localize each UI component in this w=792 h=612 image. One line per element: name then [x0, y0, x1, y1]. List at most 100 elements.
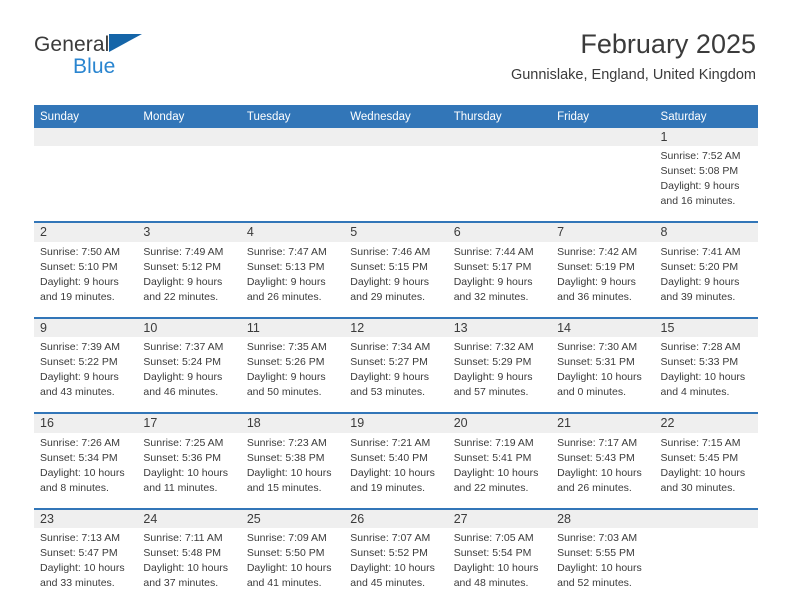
date-number: 12	[344, 316, 448, 338]
sunset-text: Sunset: 5:20 PM	[660, 260, 739, 273]
week-date-row: 23 24 25 26 27 28	[34, 507, 758, 528]
sunrise-text: Sunrise: 7:26 AM	[40, 436, 120, 449]
week-detail-row: Sunrise: 7:13 AM Sunset: 5:47 PM Dayligh…	[34, 527, 758, 603]
day-cell[interactable]: Sunrise: 7:09 AM Sunset: 5:50 PM Dayligh…	[240, 527, 345, 603]
daylight-text-line2: and 0 minutes.	[557, 386, 626, 399]
sunrise-text: Sunrise: 7:19 AM	[453, 436, 534, 449]
sunrise-text: Sunrise: 7:07 AM	[350, 531, 431, 544]
date-number: 2	[34, 221, 138, 242]
date-number: 19	[344, 412, 448, 433]
date-number: 9	[34, 316, 138, 338]
sunrise-text: Sunrise: 7:05 AM	[453, 531, 534, 544]
day-cell[interactable]: Sunrise: 7:47 AM Sunset: 5:13 PM Dayligh…	[240, 241, 345, 318]
day-cell[interactable]: Sunrise: 7:44 AM Sunset: 5:17 PM Dayligh…	[447, 241, 552, 318]
daylight-text-line2: and 52 minutes.	[557, 576, 632, 589]
week-date-row: 9 10 11 12 13 14 15	[34, 316, 758, 338]
date-number: 22	[654, 412, 758, 433]
day-cell[interactable]: Sunrise: 7:28 AM Sunset: 5:33 PM Dayligh…	[654, 337, 758, 414]
daylight-text-line1: Daylight: 10 hours	[350, 466, 435, 479]
date-number: 20	[447, 412, 552, 433]
day-cell[interactable]: Sunrise: 7:52 AM Sunset: 5:08 PM Dayligh…	[654, 146, 758, 223]
day-cell[interactable]: Sunrise: 7:25 AM Sunset: 5:36 PM Dayligh…	[137, 432, 241, 509]
date-number: 23	[34, 507, 138, 528]
sunset-text: Sunset: 5:27 PM	[350, 356, 428, 369]
sunset-text: Sunset: 5:15 PM	[350, 260, 428, 273]
weekday-header-thursday: Thursday	[447, 105, 552, 128]
daylight-text-line2: and 50 minutes.	[246, 386, 322, 399]
date-number: 8	[654, 221, 758, 242]
logo-text-general: General	[34, 33, 110, 56]
date-number: 6	[447, 221, 552, 242]
daylight-text-line2: and 46 minutes.	[143, 386, 219, 399]
daylight-text-line1: Daylight: 10 hours	[143, 561, 229, 574]
daylight-text-line2: and 8 minutes.	[40, 481, 109, 494]
day-cell[interactable]: Sunrise: 7:30 AM Sunset: 5:31 PM Dayligh…	[551, 337, 655, 414]
day-cell[interactable]: Sunrise: 7:49 AM Sunset: 5:12 PM Dayligh…	[137, 241, 241, 318]
daylight-text-line2: and 57 minutes.	[453, 386, 529, 399]
week-detail-row: Sunrise: 7:50 AM Sunset: 5:10 PM Dayligh…	[34, 241, 758, 318]
date-number: 1	[654, 128, 758, 147]
date-number: 4	[240, 221, 345, 242]
day-cell[interactable]: Sunrise: 7:05 AM Sunset: 5:54 PM Dayligh…	[447, 527, 552, 603]
general-blue-logo[interactable]: General Blue	[34, 34, 254, 77]
daylight-text-line1: Daylight: 10 hours	[453, 466, 539, 479]
sunrise-text: Sunrise: 7:39 AM	[40, 341, 120, 354]
daylight-text-line1: Daylight: 9 hours	[453, 275, 533, 288]
daylight-text-line2: and 53 minutes.	[350, 386, 425, 399]
sunrise-text: Sunrise: 7:17 AM	[557, 436, 638, 449]
day-cell[interactable]: Sunrise: 7:23 AM Sunset: 5:38 PM Dayligh…	[240, 432, 345, 509]
date-number: 3	[137, 221, 241, 242]
day-cell[interactable]: Sunrise: 7:34 AM Sunset: 5:27 PM Dayligh…	[344, 337, 448, 414]
daylight-text-line2: and 22 minutes.	[143, 290, 219, 303]
sunset-text: Sunset: 5:38 PM	[246, 451, 325, 464]
sunrise-text: Sunrise: 7:50 AM	[40, 245, 120, 258]
calendar-body: 1 Sunrise: 7:52 AM Sunset: 5:08 PM Dayli…	[34, 128, 758, 603]
daylight-text-line1: Daylight: 10 hours	[557, 371, 642, 384]
date-number: 7	[551, 221, 655, 242]
sunset-text: Sunset: 5:10 PM	[40, 260, 118, 273]
sunset-text: Sunset: 5:12 PM	[143, 260, 222, 273]
day-cell[interactable]: Sunrise: 7:13 AM Sunset: 5:47 PM Dayligh…	[34, 527, 138, 603]
day-cell[interactable]: Sunrise: 7:19 AM Sunset: 5:41 PM Dayligh…	[447, 432, 552, 509]
sunset-text: Sunset: 5:55 PM	[557, 546, 635, 559]
day-cell[interactable]: Sunrise: 7:39 AM Sunset: 5:22 PM Dayligh…	[34, 337, 138, 414]
daylight-text-line1: Daylight: 10 hours	[143, 466, 229, 479]
date-number: 11	[240, 316, 345, 338]
sunrise-text: Sunrise: 7:37 AM	[143, 341, 224, 354]
day-cell[interactable]: Sunrise: 7:32 AM Sunset: 5:29 PM Dayligh…	[447, 337, 552, 414]
day-cell[interactable]: Sunrise: 7:41 AM Sunset: 5:20 PM Dayligh…	[654, 241, 758, 318]
sunrise-text: Sunrise: 7:44 AM	[453, 245, 534, 258]
sunset-text: Sunset: 5:34 PM	[40, 451, 118, 464]
date-number	[551, 128, 655, 147]
date-number	[447, 128, 552, 147]
day-cell[interactable]: Sunrise: 7:17 AM Sunset: 5:43 PM Dayligh…	[551, 432, 655, 509]
day-cell[interactable]: Sunrise: 7:11 AM Sunset: 5:48 PM Dayligh…	[137, 527, 241, 603]
sunset-text: Sunset: 5:29 PM	[453, 356, 532, 369]
daylight-text-line1: Daylight: 10 hours	[350, 561, 435, 574]
sunset-text: Sunset: 5:47 PM	[40, 546, 118, 559]
day-cell[interactable]: Sunrise: 7:03 AM Sunset: 5:55 PM Dayligh…	[551, 527, 655, 603]
daylight-text-line1: Daylight: 10 hours	[246, 561, 332, 574]
daylight-text-line2: and 33 minutes.	[40, 576, 115, 589]
daylight-text-line2: and 48 minutes.	[453, 576, 529, 589]
date-number	[240, 128, 345, 147]
day-cell[interactable]: Sunrise: 7:15 AM Sunset: 5:45 PM Dayligh…	[654, 432, 758, 509]
sunrise-text: Sunrise: 7:11 AM	[143, 531, 223, 544]
date-number: 16	[34, 412, 138, 433]
day-cell[interactable]: Sunrise: 7:37 AM Sunset: 5:24 PM Dayligh…	[137, 337, 241, 414]
day-cell[interactable]: Sunrise: 7:42 AM Sunset: 5:19 PM Dayligh…	[551, 241, 655, 318]
date-number: 18	[240, 412, 345, 433]
weekday-header-friday: Friday	[551, 105, 655, 128]
sunrise-text: Sunrise: 7:30 AM	[557, 341, 638, 354]
week-date-row: 16 17 18 19 20 21 22	[34, 412, 758, 433]
daylight-text-line1: Daylight: 9 hours	[557, 275, 636, 288]
day-cell[interactable]: Sunrise: 7:46 AM Sunset: 5:15 PM Dayligh…	[344, 241, 448, 318]
day-cell[interactable]: Sunrise: 7:21 AM Sunset: 5:40 PM Dayligh…	[344, 432, 448, 509]
page-title: February 2025	[580, 29, 756, 59]
day-cell[interactable]: Sunrise: 7:50 AM Sunset: 5:10 PM Dayligh…	[34, 241, 138, 318]
day-cell[interactable]: Sunrise: 7:26 AM Sunset: 5:34 PM Dayligh…	[34, 432, 138, 509]
sunset-text: Sunset: 5:40 PM	[350, 451, 428, 464]
day-cell[interactable]: Sunrise: 7:35 AM Sunset: 5:26 PM Dayligh…	[240, 337, 345, 414]
day-cell[interactable]: Sunrise: 7:07 AM Sunset: 5:52 PM Dayligh…	[344, 527, 448, 603]
sunrise-text: Sunrise: 7:25 AM	[143, 436, 224, 449]
